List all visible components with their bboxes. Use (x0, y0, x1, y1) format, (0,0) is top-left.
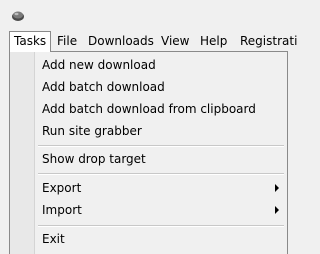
menu-separator (38, 173, 284, 175)
menu-item-import[interactable]: Import (42, 200, 82, 220)
chevron-right-icon (275, 206, 279, 214)
menu-file[interactable]: File (53, 31, 81, 51)
menu-help[interactable]: Help (196, 31, 231, 51)
menu-separator (38, 145, 284, 147)
app-gear-icon[interactable] (11, 9, 25, 23)
chevron-right-icon (275, 184, 279, 192)
menu-item-add-new-download[interactable]: Add new download (42, 55, 156, 75)
menu-item-run-site-grabber[interactable]: Run site grabber (42, 121, 142, 141)
tasks-dropdown-menu: Add new download Add batch download Add … (9, 51, 288, 254)
menu-item-show-drop-target[interactable]: Show drop target (42, 149, 146, 169)
menu-icon-strip (10, 52, 35, 254)
menu-item-add-batch-download[interactable]: Add batch download (42, 77, 165, 97)
menu-bar: Tasks File Downloads View Help Registrat… (0, 31, 297, 52)
menu-item-export[interactable]: Export (42, 178, 81, 198)
menu-separator (38, 225, 284, 227)
menu-downloads[interactable]: Downloads (84, 31, 158, 51)
menu-item-exit[interactable]: Exit (42, 229, 65, 249)
menu-item-add-batch-download-clipboard[interactable]: Add batch download from clipboard (42, 99, 256, 119)
menu-view[interactable]: View (157, 31, 193, 51)
menu-registration[interactable]: Registrati (236, 31, 301, 51)
menu-tasks[interactable]: Tasks (9, 31, 52, 52)
title-bar (0, 0, 290, 31)
